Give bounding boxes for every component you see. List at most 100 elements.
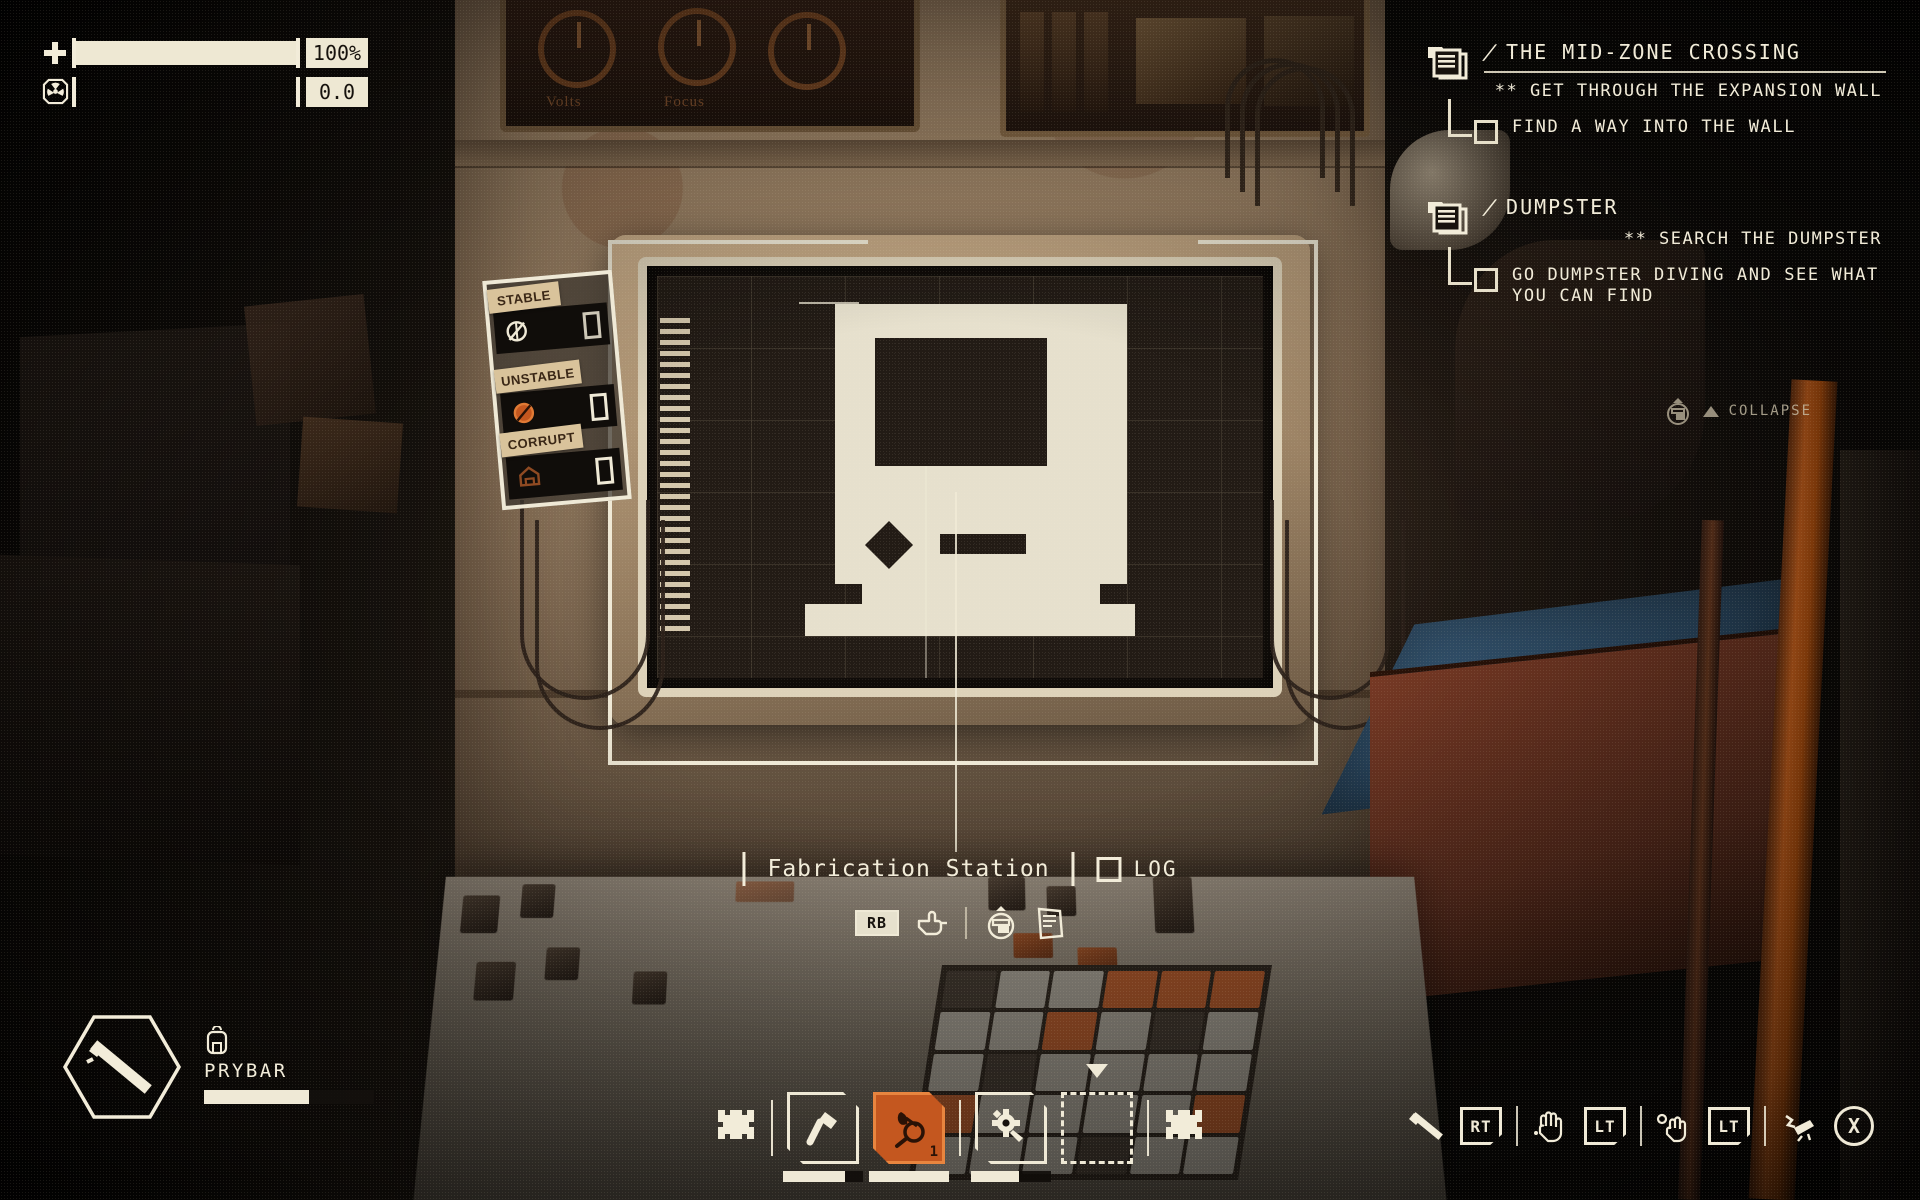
action-prompt-bar: RT LT LT X [1406, 1106, 1874, 1146]
hotbar-slot[interactable] [975, 1092, 1047, 1164]
left-crate [0, 555, 300, 865]
pointing-hand-icon [915, 909, 949, 937]
durability-fill [204, 1090, 309, 1104]
left-crate [297, 417, 403, 514]
hotbar-slot-active[interactable]: 1 [873, 1092, 945, 1164]
health-cross-icon [38, 38, 72, 68]
quest-subtask-checkbox[interactable] [1474, 268, 1498, 292]
game-screen: Volts Focus 100% 0.0 / THE MID-ZONE CROS… [0, 0, 1920, 1200]
machine-gauge-panel: Volts Focus [500, 0, 920, 132]
break-item-icon [1780, 1110, 1820, 1142]
health-bar-fill [76, 41, 296, 65]
quest-folder-icon [1426, 38, 1474, 84]
quest-entry[interactable]: / DUMPSTER ** SEARCH THE DUMPSTER GO DUMP… [1426, 193, 1886, 308]
quest-entry[interactable]: / THE MID-ZONE CROSSING ** GET THROUGH TH… [1426, 38, 1886, 159]
rt-button[interactable]: RT [1460, 1107, 1502, 1145]
collapse-label: COLLAPSE [1729, 403, 1812, 419]
throw-hand-icon [1656, 1109, 1694, 1143]
backpack-icon [204, 1026, 230, 1056]
grab-hand-icon [1532, 1109, 1570, 1143]
radiation-value: 0.0 [306, 77, 368, 107]
hotbar-divider [959, 1100, 961, 1156]
left-crate [244, 294, 376, 426]
prompt-divider [1640, 1106, 1642, 1146]
lt-button[interactable]: LT [1584, 1107, 1626, 1145]
quest-subtask-label: FIND A WAY INTO THE WALL [1512, 115, 1796, 138]
radiation-bar [72, 77, 300, 107]
hotbar-divider [1147, 1100, 1149, 1156]
quest-title-row: / DUMPSTER [1484, 195, 1886, 219]
vitals-panel: 100% 0.0 [38, 36, 368, 114]
quest-objective: ** GET THROUGH THE EXPANSION WALL [1484, 81, 1886, 101]
aux-dial [768, 12, 846, 90]
volts-dial [538, 10, 616, 88]
equipped-item-panel: PRYBAR [62, 1014, 374, 1120]
lt-button[interactable]: LT [1708, 1107, 1750, 1145]
slot-count: 1 [930, 1144, 938, 1160]
sample-chip [582, 311, 601, 339]
prompt-divider [1764, 1106, 1766, 1146]
equipped-item-frame[interactable] [62, 1014, 182, 1120]
slot-durability-bar [783, 1171, 863, 1182]
log-checkbox[interactable] [1097, 857, 1122, 882]
sample-stability-panel: STABLE UNSTABLE CORRUPT [482, 270, 632, 510]
collapse-log-control[interactable]: COLLAPSE [1663, 396, 1812, 426]
dumpster [1370, 628, 1790, 1002]
x-button[interactable]: X [1834, 1106, 1874, 1146]
station-name: Fabrication Station [745, 856, 1071, 882]
quest-subtask-checkbox[interactable] [1474, 120, 1498, 144]
selection-leader-line [955, 492, 957, 852]
hammer-icon [787, 1092, 859, 1164]
monitor-selection-frame [608, 240, 1318, 765]
quest-title: THE MID-ZONE CROSSING [1506, 40, 1801, 64]
collapse-triangle-icon [1703, 406, 1719, 417]
quest-folder-icon [1426, 193, 1474, 239]
dpad-icon[interactable] [1163, 1107, 1205, 1149]
quest-title: DUMPSTER [1506, 195, 1618, 219]
radiation-row: 0.0 [38, 75, 368, 108]
interaction-prompt-row: RB [855, 905, 1065, 941]
health-row: 100% [38, 36, 368, 69]
log-entry-indicator[interactable]: LOG [1075, 857, 1178, 882]
health-value: 100% [306, 38, 368, 68]
quest-log-panel: / THE MID-ZONE CROSSING ** GET THROUGH TH… [1426, 38, 1886, 342]
quest-title-row: / THE MID-ZONE CROSSING [1484, 40, 1886, 64]
focus-dial [658, 8, 736, 86]
gear-tool-icon [975, 1092, 1047, 1164]
slot-durability-bar [971, 1171, 1051, 1182]
volts-dial-label: Volts [546, 94, 582, 111]
hotbar-slot[interactable] [787, 1092, 859, 1164]
corrupt-sample-icon [514, 462, 544, 492]
quest-slash: / [1480, 195, 1502, 219]
empty-slot-icon [1061, 1092, 1133, 1164]
prybar-swing-icon [1406, 1109, 1446, 1143]
slot-selection-caret [1086, 1064, 1108, 1078]
screen-toggle-icon[interactable] [983, 905, 1019, 941]
sample-chip [595, 456, 614, 484]
unstable-sample-icon [509, 398, 539, 428]
prompt-divider [1516, 1106, 1518, 1146]
rb-button-chip[interactable]: RB [855, 910, 899, 936]
equipped-item-durability-bar [204, 1090, 374, 1104]
interaction-title-bar: Fabrication Station LOG [742, 852, 1177, 886]
quest-objective: ** SEARCH THE DUMPSTER [1484, 229, 1886, 249]
notepad-icon[interactable] [1035, 906, 1065, 940]
sample-chip [589, 393, 608, 421]
quest-slash: / [1480, 40, 1502, 64]
hotbar-slot-empty[interactable] [1061, 1092, 1133, 1164]
quest-tree-connector [1426, 263, 1474, 307]
log-label: LOG [1134, 857, 1178, 881]
equipped-item-name: PRYBAR [204, 1060, 374, 1082]
prompt-divider [965, 907, 967, 939]
log-toggle-icon [1663, 396, 1693, 426]
stable-sample-icon [502, 316, 532, 346]
quest-tree-connector [1426, 115, 1474, 159]
health-bar [72, 38, 300, 68]
back-wall [1840, 450, 1920, 1200]
dpad-icon[interactable] [715, 1107, 757, 1149]
focus-dial-label: Focus [664, 94, 705, 111]
radiation-icon [38, 77, 72, 107]
hotbar-divider [771, 1100, 773, 1156]
hotbar: 1 [715, 1092, 1205, 1164]
quest-divider [1484, 71, 1886, 73]
